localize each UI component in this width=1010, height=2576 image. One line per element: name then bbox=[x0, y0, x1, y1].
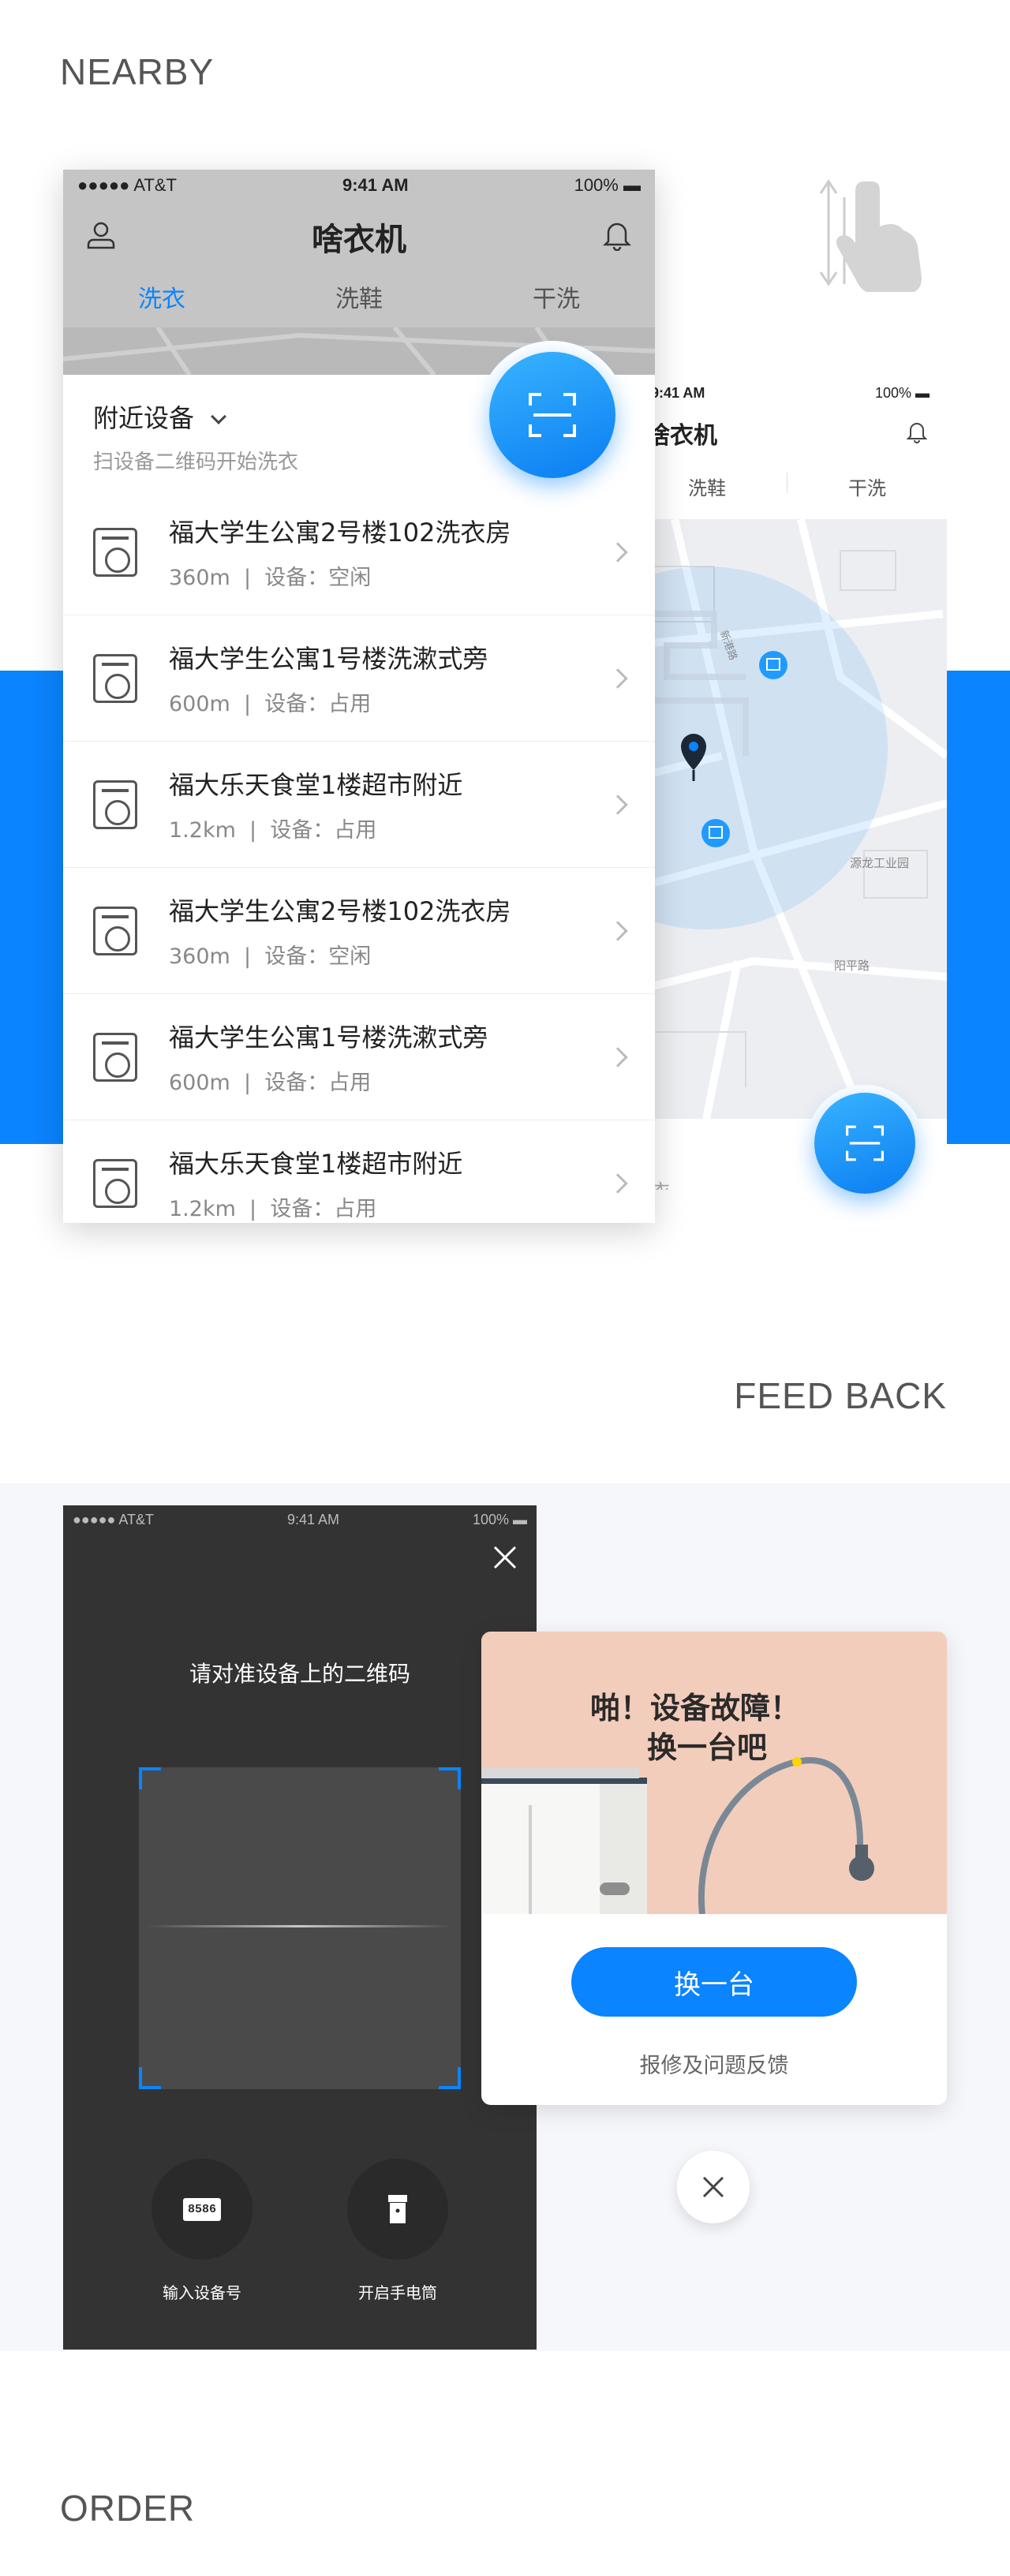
list-item[interactable]: 福大学生公寓2号楼102洗衣房 360m | 设备：空闲 bbox=[63, 868, 655, 994]
chevron-right-icon bbox=[608, 1046, 628, 1067]
profile-icon[interactable] bbox=[85, 219, 117, 254]
section-title-nearby: NEARBY bbox=[60, 51, 215, 92]
item-name: 福大学生公寓1号楼洗漱式旁 bbox=[169, 644, 488, 674]
item-name: 福大学生公寓1号楼洗漱式旁 bbox=[169, 1023, 488, 1052]
bell-icon[interactable] bbox=[601, 219, 633, 254]
map-label-road: 阳平路 bbox=[834, 959, 870, 973]
washer-icon bbox=[93, 780, 137, 829]
item-name: 福大乐天食堂1楼超市附近 bbox=[169, 1149, 463, 1179]
list-item[interactable]: 福大乐天食堂1楼超市附近 1.2km | 设备：占用 bbox=[63, 1120, 655, 1223]
tab-dry-clean[interactable]: 干洗 bbox=[787, 473, 947, 500]
device-fault-popup: 啪！设备故障！ 换一台吧 换一台 报修及问题反馈 bbox=[481, 1632, 947, 2105]
washer-icon bbox=[93, 906, 137, 955]
scan-frame bbox=[139, 1767, 461, 2089]
keyboard-code-icon: 8586 bbox=[152, 2159, 252, 2260]
switch-device-button[interactable]: 换一台 bbox=[571, 1947, 857, 2017]
map-label-industrial-park: 源龙工业园 bbox=[850, 856, 910, 870]
washer-icon bbox=[93, 1158, 137, 1208]
item-meta: 360m | 设备：空闲 bbox=[169, 566, 372, 590]
app-title: 啥衣机 bbox=[646, 422, 717, 450]
item-meta: 360m | 设备：空闲 bbox=[169, 944, 372, 969]
close-icon[interactable] bbox=[491, 1543, 519, 1575]
chevron-right-icon bbox=[608, 794, 628, 815]
scan-icon bbox=[529, 393, 576, 437]
status-battery: 100% ▬ bbox=[874, 385, 930, 401]
chevron-right-icon bbox=[608, 667, 628, 689]
scanner-screen: ●●●●● AT&T 9:41 AM 100% ▬ 请对准设备上的二维码 858… bbox=[63, 1505, 537, 2350]
item-meta: 1.2km | 设备：占用 bbox=[169, 1197, 377, 1221]
status-time: 9:41 AM bbox=[342, 175, 409, 195]
popup-close-button[interactable] bbox=[677, 2151, 750, 2223]
action-label: 开启手电筒 bbox=[358, 2283, 437, 2302]
list-item[interactable]: 福大学生公寓1号楼洗漱式旁 600m | 设备：占用 bbox=[63, 994, 655, 1120]
list-item[interactable]: 福大学生公寓2号楼102洗衣房 360m | 设备：空闲 bbox=[63, 489, 655, 615]
scan-icon bbox=[846, 1125, 884, 1161]
item-meta: 600m | 设备：占用 bbox=[169, 692, 372, 716]
status-battery: 100% ▬ bbox=[574, 175, 641, 195]
item-name: 福大乐天食堂1楼超市附近 bbox=[169, 770, 463, 800]
tab-wash-clothes[interactable]: 洗衣 bbox=[63, 272, 260, 327]
washer-icon bbox=[93, 653, 137, 703]
scan-button-map[interactable] bbox=[814, 1093, 915, 1194]
chevron-right-icon bbox=[608, 1172, 628, 1194]
list-item[interactable]: 福大乐天食堂1楼超市附近 1.2km | 设备：占用 bbox=[63, 742, 655, 868]
list-item[interactable]: 福大学生公寓1号楼洗漱式旁 600m | 设备：占用 bbox=[63, 615, 655, 742]
scan-prompt: 请对准设备上的二维码 bbox=[189, 1661, 410, 1687]
chevron-right-icon bbox=[608, 920, 628, 941]
phone-map-screen: 9:41 AM 100% ▬ 啥衣机 洗鞋 干洗 源龙工业园 阳平路 新港路 bbox=[627, 377, 947, 1190]
section-title-feedback: FEED BACK bbox=[734, 1375, 947, 1416]
chevron-right-icon bbox=[608, 541, 628, 563]
app-title: 啥衣机 bbox=[312, 222, 406, 258]
item-meta: 1.2km | 设备：占用 bbox=[169, 818, 377, 843]
tab-dry-clean[interactable]: 干洗 bbox=[458, 272, 655, 327]
report-repair-link[interactable]: 报修及问题反馈 bbox=[481, 2048, 947, 2079]
flashlight-icon bbox=[347, 2159, 448, 2260]
scan-line bbox=[147, 1925, 453, 1927]
chevron-down-icon bbox=[211, 409, 227, 424]
fault-illustration: 啪！设备故障！ 换一台吧 bbox=[481, 1632, 947, 1914]
swipe-gesture-icon bbox=[797, 174, 931, 293]
bell-icon[interactable] bbox=[904, 419, 930, 447]
item-meta: 600m | 设备：占用 bbox=[169, 1071, 372, 1095]
washer-icon bbox=[93, 527, 137, 577]
status-battery: 100% ▬ bbox=[472, 1512, 527, 1527]
washer-icon bbox=[93, 1032, 137, 1082]
close-icon bbox=[702, 2176, 724, 2198]
scan-button[interactable] bbox=[489, 352, 615, 478]
status-carrier: ●●●●● AT&T bbox=[77, 175, 177, 195]
action-label: 输入设备号 bbox=[163, 2283, 241, 2302]
tab-wash-shoes[interactable]: 洗鞋 bbox=[260, 272, 458, 327]
status-carrier: ●●●●● AT&T bbox=[73, 1512, 155, 1527]
phone-list-screen: ●●●●● AT&T 9:41 AM 100% ▬ 啥衣机 洗衣 洗鞋 干洗 附… bbox=[63, 170, 655, 1223]
status-time: 9:41 AM bbox=[286, 1512, 340, 1527]
section-title-order: ORDER bbox=[60, 2488, 196, 2529]
map-view[interactable]: 源龙工业园 阳平路 广场 新港路 bbox=[627, 519, 947, 1119]
enter-device-number-button[interactable]: 8586 输入设备号 bbox=[152, 2159, 252, 2303]
item-name: 福大学生公寓2号楼102洗衣房 bbox=[169, 518, 511, 548]
flashlight-button[interactable]: 开启手电筒 bbox=[347, 2159, 448, 2303]
status-time: 9:41 AM bbox=[651, 385, 705, 401]
item-name: 福大学生公寓2号楼102洗衣房 bbox=[169, 896, 511, 926]
